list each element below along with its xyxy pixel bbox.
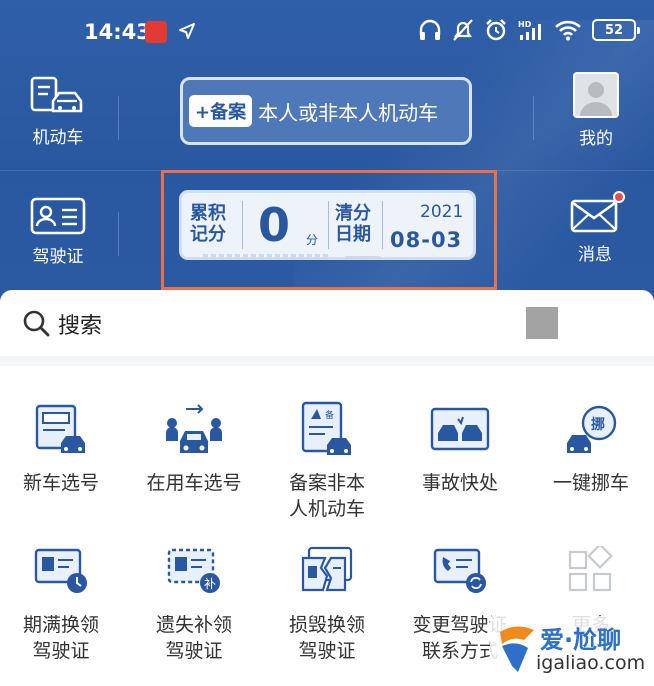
user-silhouette-icon bbox=[580, 82, 612, 116]
record-vehicle-button[interactable]: +备案 本人或非本人机动车 bbox=[180, 77, 472, 145]
watermark-site: igaliao.com bbox=[536, 652, 646, 674]
mute-bell-icon bbox=[453, 19, 473, 41]
record-vehicle-icon: 备 bbox=[301, 401, 351, 455]
unread-dot bbox=[613, 191, 625, 203]
envelope-icon bbox=[570, 199, 618, 233]
service-label: 事故快处 bbox=[421, 472, 498, 494]
service-label: 在用车选号 bbox=[146, 472, 242, 494]
search-label: 搜索 bbox=[58, 314, 103, 339]
watermark: 爱·尬聊 igaliao.com bbox=[490, 616, 654, 686]
watermark-title: 爱·尬聊 bbox=[540, 626, 622, 654]
change-contact-icon bbox=[433, 548, 486, 593]
service-label: 新车选号 bbox=[22, 472, 99, 494]
used-car-plate-icon bbox=[166, 404, 222, 453]
search-icon bbox=[23, 310, 50, 337]
app-notification-icon bbox=[145, 21, 167, 43]
damaged-replacement-icon bbox=[301, 546, 353, 592]
header-divider bbox=[118, 96, 119, 140]
status-time: 14:43 bbox=[84, 20, 151, 44]
service-damaged-replacement[interactable]: 损毁换领 驾驶证 bbox=[262, 542, 392, 664]
messages-button[interactable]: 消息 bbox=[566, 191, 625, 265]
watermark-logo-icon bbox=[500, 626, 534, 672]
id-card-icon bbox=[30, 197, 86, 235]
headphones-icon bbox=[419, 19, 441, 40]
svg-text:挪: 挪 bbox=[591, 416, 605, 433]
alarm-icon bbox=[486, 19, 506, 41]
service-label: 一键挪车 bbox=[552, 472, 629, 494]
service-label: 损毁换领 驾驶证 bbox=[288, 614, 365, 662]
new-car-plate-icon bbox=[35, 404, 85, 453]
vehicle-label: 机动车 bbox=[32, 128, 84, 148]
service-label: 遗失补领 驾驶证 bbox=[155, 614, 232, 662]
svg-text:HD: HD bbox=[518, 20, 532, 29]
status-icons: HD 52 bbox=[418, 18, 640, 42]
license-button[interactable]: 驾驶证 bbox=[26, 196, 90, 267]
location-arrow-icon bbox=[179, 23, 195, 39]
section-divider bbox=[0, 356, 654, 366]
accident-icon bbox=[430, 407, 490, 451]
move-car-icon: 挪 bbox=[567, 405, 617, 453]
service-expiry-renewal[interactable]: 期满换领 驾驶证 bbox=[0, 542, 126, 664]
lost-replacement-icon: 补 bbox=[167, 548, 220, 593]
mine-button[interactable]: 我的 bbox=[568, 72, 624, 149]
more-icon bbox=[568, 546, 613, 592]
record-tag: +备案 bbox=[189, 95, 253, 127]
messages-label: 消息 bbox=[578, 245, 612, 265]
svg-text:补: 补 bbox=[204, 577, 216, 591]
highlight-frame bbox=[161, 170, 497, 290]
signal-icon: HD bbox=[518, 20, 541, 40]
battery-icon: 52 bbox=[592, 19, 640, 41]
header-divider bbox=[533, 96, 534, 140]
service-label: 备案非本 人机动车 bbox=[288, 472, 365, 520]
service-accident[interactable]: 事故快处 bbox=[395, 400, 525, 496]
service-record-vehicle[interactable]: 备 备案非本 人机动车 bbox=[262, 400, 392, 522]
scan-placeholder-icon[interactable] bbox=[526, 307, 558, 339]
avatar bbox=[573, 72, 619, 118]
service-used-car-plate[interactable]: 在用车选号 bbox=[129, 400, 259, 496]
expiry-renewal-icon bbox=[34, 548, 87, 593]
service-lost-replacement[interactable]: 补 遗失补领 驾驶证 bbox=[129, 542, 259, 664]
vehicle-document-icon bbox=[30, 76, 83, 113]
svg-text:备: 备 bbox=[325, 409, 334, 421]
status-bar: 14:43 HD 52 bbox=[0, 0, 654, 62]
service-move-car[interactable]: 挪 一键挪车 bbox=[526, 400, 654, 496]
service-label: 期满换领 驾驶证 bbox=[22, 614, 99, 662]
vehicle-button[interactable]: 机动车 bbox=[26, 75, 90, 148]
wifi-icon bbox=[555, 20, 581, 41]
license-label: 驾驶证 bbox=[32, 247, 84, 267]
service-new-car-plate[interactable]: 新车选号 bbox=[0, 400, 126, 496]
header-divider bbox=[118, 212, 119, 256]
record-text: 本人或非本人机动车 bbox=[258, 100, 439, 125]
mine-label: 我的 bbox=[579, 129, 613, 149]
